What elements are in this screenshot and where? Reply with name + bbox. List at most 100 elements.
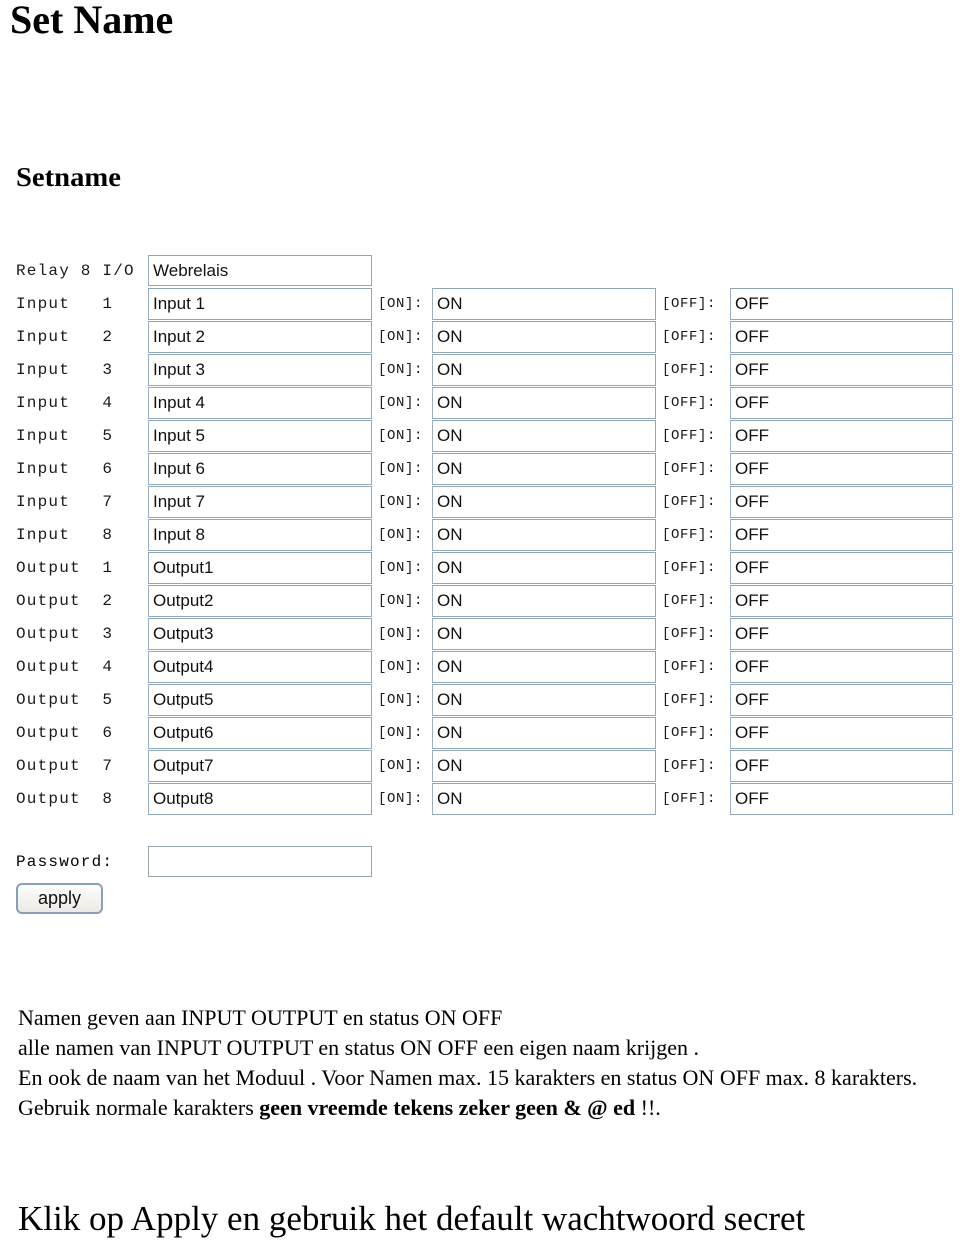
row-on-input[interactable] bbox=[432, 684, 656, 716]
row-name-input[interactable] bbox=[148, 486, 372, 518]
row-label: Output 8 bbox=[16, 790, 114, 808]
row-off-input[interactable] bbox=[730, 651, 953, 683]
row-name-input[interactable] bbox=[148, 618, 372, 650]
row-label: Input 7 bbox=[16, 493, 114, 511]
row-name-input[interactable] bbox=[148, 783, 372, 815]
table-row: Output 5 [ON]: [OFF]: bbox=[0, 684, 960, 717]
row-off-input[interactable] bbox=[730, 585, 953, 617]
notes-line-4-prefix: Gebruik normale karakters bbox=[18, 1095, 260, 1120]
off-tag: [OFF]: bbox=[662, 461, 717, 477]
on-tag: [ON]: bbox=[378, 560, 424, 576]
row-on-input[interactable] bbox=[432, 750, 656, 782]
device-name-input[interactable] bbox=[148, 255, 372, 286]
row-off-input[interactable] bbox=[730, 750, 953, 782]
on-tag: [ON]: bbox=[378, 758, 424, 774]
row-label: Output 1 bbox=[16, 559, 114, 577]
row-off-input[interactable] bbox=[730, 387, 953, 419]
row-name-input[interactable] bbox=[148, 552, 372, 584]
off-tag: [OFF]: bbox=[662, 560, 717, 576]
setname-form: Setname Relay 8 I/OInput 1[ON]:[OFF]:Inp… bbox=[0, 150, 960, 940]
row-off-input[interactable] bbox=[730, 519, 953, 551]
row-on-input[interactable] bbox=[432, 288, 656, 320]
row-on-input[interactable] bbox=[432, 453, 656, 485]
row-on-input[interactable] bbox=[432, 618, 656, 650]
table-row: Input 6 [ON]: [OFF]: bbox=[0, 453, 960, 486]
table-row: Output 2 [ON]: [OFF]: bbox=[0, 585, 960, 618]
notes-line-2: alle namen van INPUT OUTPUT en status ON… bbox=[18, 1035, 700, 1060]
password-row: Password: bbox=[0, 845, 960, 879]
row-label: Input 5 bbox=[16, 427, 114, 445]
table-row: Output 3 [ON]: [OFF]: bbox=[0, 618, 960, 651]
row-label: Output 2 bbox=[16, 592, 114, 610]
row-name-input[interactable] bbox=[148, 453, 372, 485]
row-label: Output 3 bbox=[16, 625, 114, 643]
row-on-input[interactable] bbox=[432, 552, 656, 584]
row-off-input[interactable] bbox=[730, 420, 953, 452]
row-off-input[interactable] bbox=[730, 684, 953, 716]
row-off-input[interactable] bbox=[730, 453, 953, 485]
row-off-input[interactable] bbox=[730, 717, 953, 749]
notes-block: Namen geven aan INPUT OUTPUT en status O… bbox=[18, 1003, 952, 1123]
table-row: Input 4 [ON]: [OFF]: bbox=[0, 387, 960, 420]
row-off-input[interactable] bbox=[730, 288, 953, 320]
row-name-input[interactable] bbox=[148, 354, 372, 386]
row-off-input[interactable] bbox=[730, 552, 953, 584]
row-name-input[interactable] bbox=[148, 420, 372, 452]
off-tag: [OFF]: bbox=[662, 428, 717, 444]
table-row: Input 1 [ON]: [OFF]: bbox=[0, 288, 960, 321]
table-row: Output 4 [ON]: [OFF]: bbox=[0, 651, 960, 684]
row-off-input[interactable] bbox=[730, 321, 953, 353]
row-name-input[interactable] bbox=[148, 288, 372, 320]
row-on-input[interactable] bbox=[432, 519, 656, 551]
row-name-input[interactable] bbox=[148, 684, 372, 716]
on-tag: [ON]: bbox=[378, 329, 424, 345]
row-name-input[interactable] bbox=[148, 651, 372, 683]
row-on-input[interactable] bbox=[432, 585, 656, 617]
apply-button[interactable]: apply bbox=[16, 883, 103, 914]
on-tag: [ON]: bbox=[378, 296, 424, 312]
password-label: Password: bbox=[16, 853, 114, 871]
row-name-input[interactable] bbox=[148, 717, 372, 749]
table-row: Input 3 [ON]: [OFF]: bbox=[0, 354, 960, 387]
row-on-input[interactable] bbox=[432, 651, 656, 683]
row-on-input[interactable] bbox=[432, 420, 656, 452]
row-name-input[interactable] bbox=[148, 321, 372, 353]
on-tag: [ON]: bbox=[378, 362, 424, 378]
off-tag: [OFF]: bbox=[662, 329, 717, 345]
row-on-input[interactable] bbox=[432, 321, 656, 353]
row-off-input[interactable] bbox=[730, 618, 953, 650]
row-off-input[interactable] bbox=[730, 486, 953, 518]
row-name-input[interactable] bbox=[148, 519, 372, 551]
off-tag: [OFF]: bbox=[662, 791, 717, 807]
row-on-input[interactable] bbox=[432, 486, 656, 518]
off-tag: [OFF]: bbox=[662, 395, 717, 411]
off-tag: [OFF]: bbox=[662, 296, 717, 312]
row-on-input[interactable] bbox=[432, 354, 656, 386]
password-input[interactable] bbox=[148, 846, 372, 877]
row-label: Input 6 bbox=[16, 460, 114, 478]
row-on-input[interactable] bbox=[432, 717, 656, 749]
off-tag: [OFF]: bbox=[662, 494, 717, 510]
table-row: Input 8 [ON]: [OFF]: bbox=[0, 519, 960, 552]
row-off-input[interactable] bbox=[730, 354, 953, 386]
notes-line-4-suffix: !!. bbox=[640, 1095, 661, 1120]
off-tag: [OFF]: bbox=[662, 692, 717, 708]
on-tag: [ON]: bbox=[378, 494, 424, 510]
row-on-input[interactable] bbox=[432, 387, 656, 419]
row-name-input[interactable] bbox=[148, 585, 372, 617]
table-row: Output 8 [ON]: [OFF]: bbox=[0, 783, 960, 816]
on-tag: [ON]: bbox=[378, 725, 424, 741]
table-header-row: Relay 8 I/O bbox=[0, 255, 960, 288]
row-label: Input 2 bbox=[16, 328, 114, 346]
off-tag: [OFF]: bbox=[662, 527, 717, 543]
row-name-input[interactable] bbox=[148, 387, 372, 419]
off-tag: [OFF]: bbox=[662, 758, 717, 774]
row-on-input[interactable] bbox=[432, 783, 656, 815]
row-off-input[interactable] bbox=[730, 783, 953, 815]
row-name-input[interactable] bbox=[148, 750, 372, 782]
table-row: Output 7 [ON]: [OFF]: bbox=[0, 750, 960, 783]
on-tag: [ON]: bbox=[378, 461, 424, 477]
on-tag: [ON]: bbox=[378, 527, 424, 543]
table-row: Input 5 [ON]: [OFF]: bbox=[0, 420, 960, 453]
notes-line-4-emphasis: geen vreemde tekens zeker geen & @ ed bbox=[259, 1095, 641, 1120]
